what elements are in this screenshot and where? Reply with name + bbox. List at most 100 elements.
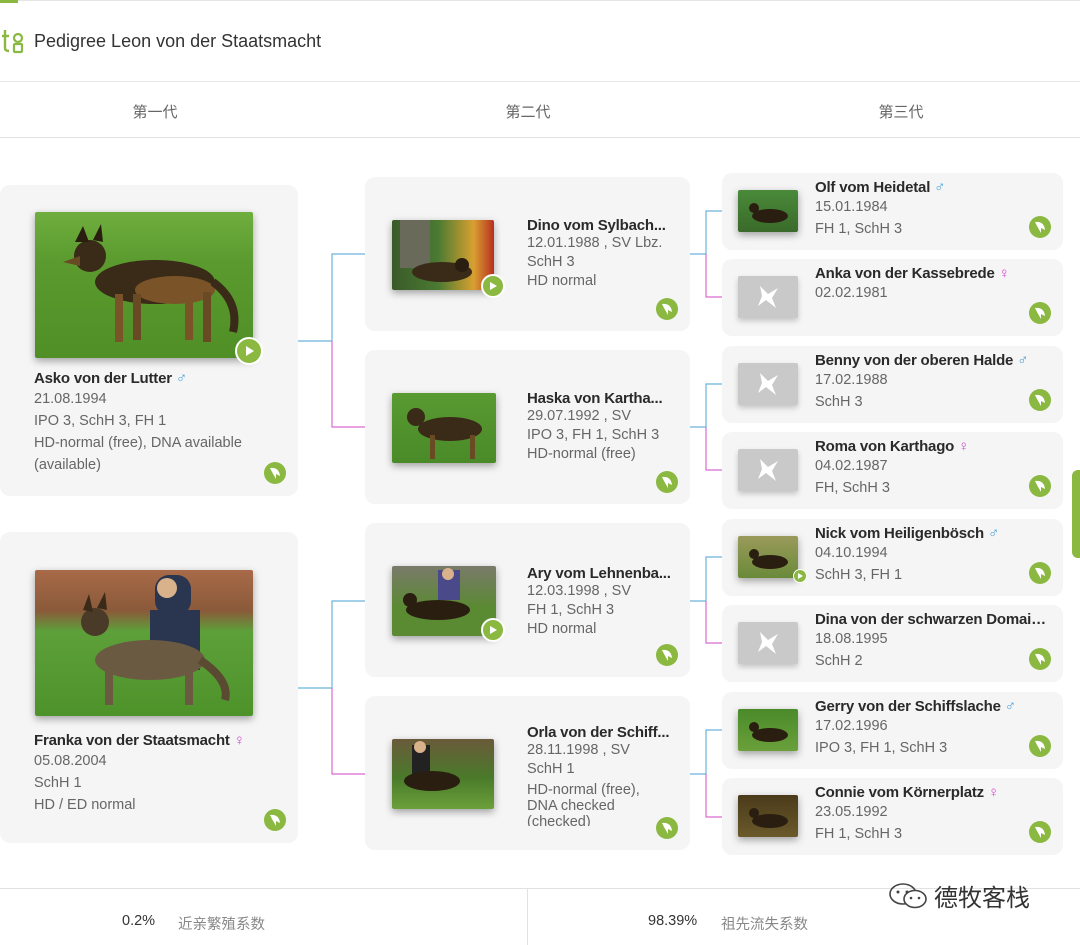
dog-info: 28.11.1998 , SV: [527, 742, 630, 758]
dog-name[interactable]: Dino vom Sylbach...: [527, 217, 677, 234]
gen1-card-dam[interactable]: Franka von der Staatsmacht ♀ 05.08.2004 S…: [0, 532, 298, 843]
footer-divider: [527, 889, 528, 945]
gen2-card[interactable]: Dino vom Sylbach... 12.01.1988 , SV Lbz.…: [365, 177, 690, 331]
dog-photo: [738, 709, 798, 751]
dog-info: FH 1, SchH 3: [815, 826, 903, 842]
dog-info: SchH 1: [527, 761, 575, 777]
dog-name[interactable]: Ary vom Lehnenba...: [527, 565, 677, 582]
dog-info: 15.01.1984: [815, 199, 888, 215]
dog-name[interactable]: Haska von Kartha...: [527, 390, 677, 407]
gen3-card[interactable]: Nick vom Heiligenbösch ♂ 04.10.1994 SchH 3…: [722, 519, 1063, 596]
pedigree-link-icon[interactable]: [655, 643, 679, 667]
dog-info: SchH 2: [815, 653, 863, 669]
wechat-icon: [889, 882, 927, 908]
dog-info: 29.07.1992 , SV: [527, 408, 631, 424]
watermark: 德牧客栈: [888, 878, 1030, 913]
pedigree-link-icon[interactable]: [655, 816, 679, 840]
side-drawer-tab[interactable]: [1072, 470, 1080, 558]
dog-photo: [738, 536, 798, 578]
dog-info: 12.01.1988 , SV Lbz.: [527, 235, 663, 251]
pedigree-link-icon[interactable]: [1028, 820, 1052, 844]
dog-photo: [35, 212, 253, 358]
dog-info: HD-normal (free): [527, 446, 636, 462]
dog-info: 17.02.1996: [815, 718, 888, 734]
dog-photo: [392, 739, 494, 809]
dog-photo: [35, 570, 253, 716]
dog-info: HD normal: [527, 273, 597, 289]
dog-photo: [738, 795, 798, 837]
dog-info: 17.02.1988: [815, 372, 888, 388]
dog-info: 12.03.1998 , SV: [527, 583, 631, 599]
pedigree-link-icon[interactable]: [1028, 301, 1052, 325]
dog-name[interactable]: Roma von Karthago ♀: [815, 438, 1050, 455]
pedigree-link-icon[interactable]: [655, 297, 679, 321]
dog-name[interactable]: Franka von der Staatsmacht ♀: [34, 732, 284, 749]
dog-name[interactable]: Asko von der Lutter ♂: [34, 370, 284, 387]
dog-info: 23.05.1992: [815, 804, 888, 820]
play-video-icon[interactable]: [793, 569, 807, 583]
pedigree-link-icon[interactable]: [655, 470, 679, 494]
no-photo-placeholder: [738, 276, 798, 318]
gen2-card[interactable]: Ary vom Lehnenba... 12.03.1998 , SV FH 1…: [365, 523, 690, 677]
dog-name[interactable]: Anka von der Kassebrede ♀: [815, 265, 1050, 282]
pedigree-link-icon[interactable]: [1028, 734, 1052, 758]
dog-info: IPO 3, FH 1, SchH 3: [815, 740, 948, 756]
dog-info: 04.02.1987: [815, 458, 888, 474]
dog-name[interactable]: Connie vom Körnerplatz ♀: [815, 784, 1050, 801]
gen2-card[interactable]: Orla von der Schiff... 28.11.1998 , SV S…: [365, 696, 690, 850]
dog-photo: [392, 220, 494, 290]
dog-info: HD-normal (free), DNA available: [34, 435, 242, 451]
dog-name[interactable]: Benny von der oberen Halde ♂: [815, 352, 1050, 369]
pedigree-link-icon[interactable]: [1028, 474, 1052, 498]
dog-photo: [738, 190, 798, 232]
dog-photo: [392, 566, 496, 636]
dog-info: DNA checked: [527, 798, 615, 814]
gen3-card[interactable]: Roma von Karthago ♀ 04.02.1987 FH, SchH 3: [722, 432, 1063, 509]
ancestor-loss-value: 98.39%: [648, 913, 698, 929]
no-photo-placeholder: [738, 449, 798, 491]
dog-photo: [392, 393, 496, 463]
pedigree-link-icon[interactable]: [263, 461, 287, 485]
inbreeding-value: 0.2%: [122, 913, 156, 929]
gen2-card[interactable]: Haska von Kartha... 29.07.1992 , SV IPO …: [365, 350, 690, 504]
ancestor-loss-label: 祖先流失系数: [721, 917, 808, 933]
dog-name[interactable]: Dina von der schwarzen Domain...: [815, 611, 1050, 628]
pedigree-link-icon[interactable]: [1028, 647, 1052, 671]
dog-info: FH, SchH 3: [815, 480, 890, 496]
play-video-icon[interactable]: [481, 618, 505, 642]
dog-info: 02.02.1981: [815, 285, 888, 301]
dog-name[interactable]: Gerry von der Schiffslache ♂: [815, 698, 1050, 715]
dog-info: 21.08.1994: [34, 391, 107, 407]
gen3-card[interactable]: Olf vom Heidetal ♂ 15.01.1984 FH 1, SchH 3: [722, 173, 1063, 250]
dog-info: HD / ED normal: [34, 797, 136, 813]
gen3-card[interactable]: Benny von der oberen Halde ♂ 17.02.1988 Sc…: [722, 346, 1063, 423]
dog-info: FH 1, SchH 3: [527, 602, 615, 618]
gen3-card[interactable]: Anka von der Kassebrede ♀ 02.02.1981: [722, 259, 1063, 336]
dog-info: 05.08.2004: [34, 753, 107, 769]
dog-name[interactable]: Olf vom Heidetal ♂: [815, 179, 1050, 196]
gen1-card-sire[interactable]: Asko von der Lutter ♂ 21.08.1994 IPO 3, S…: [0, 185, 298, 496]
dog-info: SchH 3: [815, 394, 863, 410]
pedigree-link-icon[interactable]: [1028, 388, 1052, 412]
dog-info: IPO 3, FH 1, SchH 3: [527, 427, 660, 443]
pedigree-link-icon[interactable]: [1028, 215, 1052, 239]
watermark-text: 德牧客栈: [934, 885, 1030, 912]
dog-info: SchH 3, FH 1: [815, 567, 903, 583]
dog-info: HD normal: [527, 621, 597, 637]
gen3-card[interactable]: Dina von der schwarzen Domain... 18.08.1…: [722, 605, 1063, 682]
pedigree-link-icon[interactable]: [1028, 561, 1052, 585]
dog-info: 18.08.1995: [815, 631, 888, 647]
no-photo-placeholder: [738, 622, 798, 664]
dog-info: FH 1, SchH 3: [815, 221, 903, 237]
dog-info: 04.10.1994: [815, 545, 888, 561]
dog-name[interactable]: Orla von der Schiff...: [527, 724, 677, 741]
dog-name[interactable]: Nick vom Heiligenbösch ♂: [815, 525, 1050, 542]
gen3-card[interactable]: Connie vom Körnerplatz ♀ 23.05.1992 FH 1, …: [722, 778, 1063, 855]
gen3-card[interactable]: Gerry von der Schiffslache ♂ 17.02.1996 IP…: [722, 692, 1063, 769]
dog-info: IPO 3, SchH 3, FH 1: [34, 413, 167, 429]
pedigree-link-icon[interactable]: [263, 808, 287, 832]
play-video-icon[interactable]: [235, 337, 263, 365]
play-video-icon[interactable]: [481, 274, 505, 298]
inbreeding-label: 近亲繁殖系数: [178, 917, 265, 933]
no-photo-placeholder: [738, 363, 798, 405]
